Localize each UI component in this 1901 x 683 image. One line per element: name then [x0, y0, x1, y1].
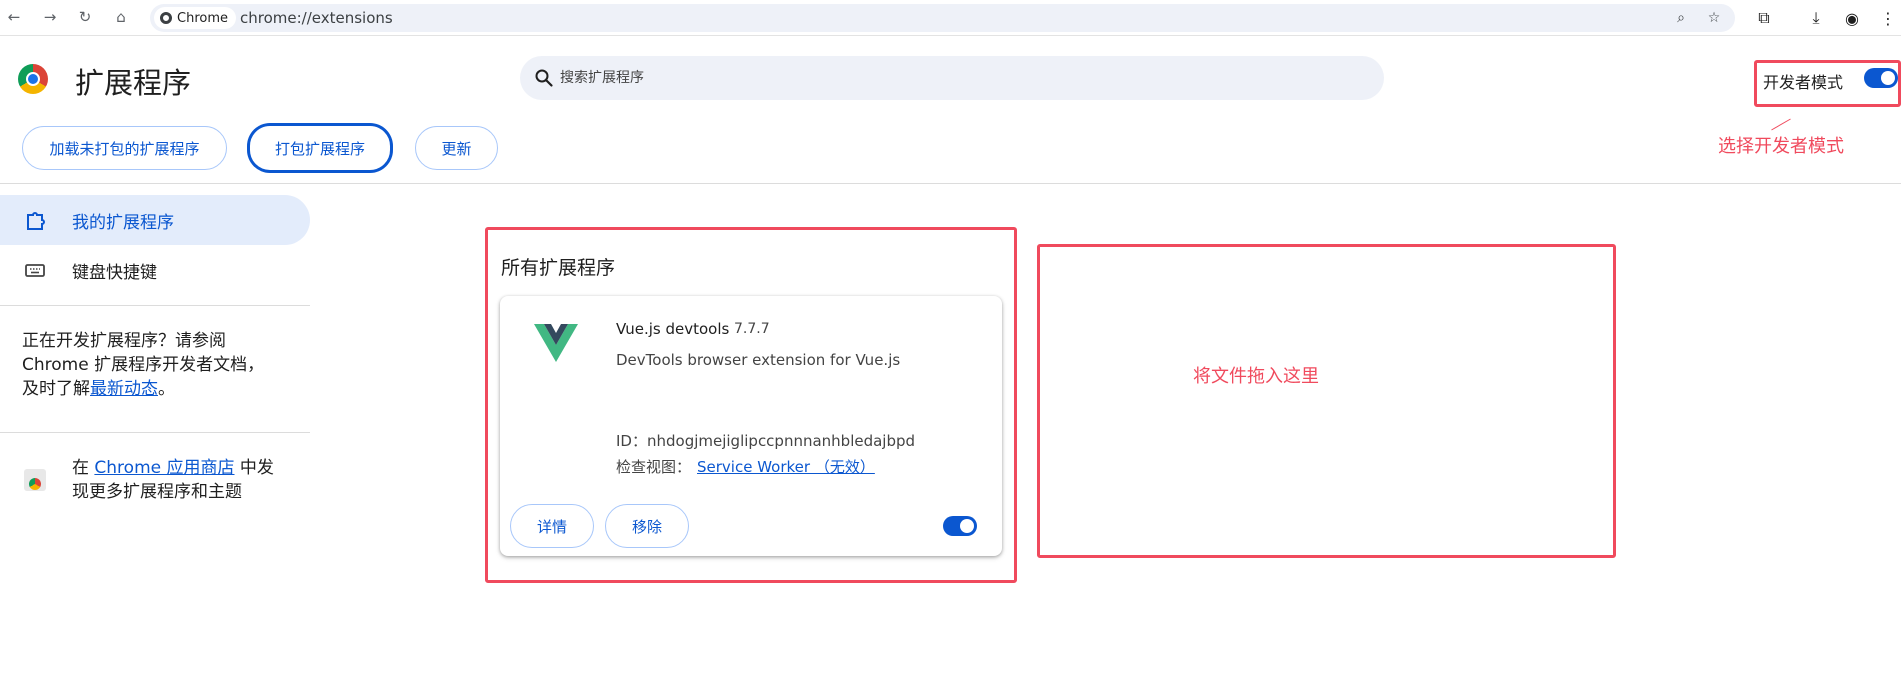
back-arrow-icon[interactable]: ← [4, 7, 24, 27]
chrome-icon [160, 12, 172, 24]
address-bar[interactable]: Chrome chrome://extensions ⌕ ☆ [150, 4, 1735, 32]
search-input[interactable] [560, 66, 1260, 90]
update-button[interactable]: 更新 [415, 126, 498, 170]
section-title: 所有扩展程序 [501, 257, 616, 279]
webstore-icon [24, 469, 46, 491]
home-icon[interactable]: ⌂ [111, 7, 131, 27]
service-worker-link[interactable]: Service Worker （无效） [697, 458, 875, 476]
highlight-dev-mode-box [1754, 60, 1901, 107]
drop-zone-box[interactable] [1037, 244, 1616, 558]
bookmark-star-icon[interactable]: ☆ [1705, 9, 1723, 27]
pack-extension-button[interactable]: 打包扩展程序 [248, 124, 392, 172]
reload-icon[interactable]: ↻ [75, 7, 95, 27]
extension-id: ID：nhdogjmejiglipccpnnnanhbledajbpd [616, 432, 916, 450]
menu-kebab-icon[interactable]: ⋮ [1878, 8, 1898, 28]
sidebar-item-label: 键盘快捷键 [72, 262, 157, 283]
zoom-icon[interactable]: ⌕ [1672, 9, 1690, 27]
inspect-views: 检查视图： Service Worker （无效） [616, 458, 875, 476]
drop-note: 将文件拖入这里 [1193, 366, 1319, 387]
extension-icon [27, 212, 45, 230]
sidebar-divider [0, 305, 310, 306]
search-box[interactable] [520, 56, 1384, 100]
details-button[interactable]: 详情 [510, 504, 594, 548]
extension-version: 7.7.7 [734, 321, 770, 337]
site-chip[interactable]: Chrome [154, 7, 236, 29]
keyboard-icon [25, 264, 45, 277]
load-unpacked-button[interactable]: 加载未打包的扩展程序 [22, 126, 227, 170]
latest-news-link[interactable]: 最新动态 [90, 379, 158, 399]
extensions-puzzle-icon[interactable]: ⧉ [1754, 8, 1774, 28]
page-title: 扩展程序 [75, 66, 192, 100]
webstore-text: 在 Chrome 应用商店 中发 现更多扩展程序和主题 [72, 458, 274, 502]
browser-toolbar: ← → ↻ ⌂ Chrome chrome://extensions ⌕ ☆ ⧉… [0, 0, 1901, 36]
remove-button[interactable]: 移除 [605, 504, 689, 548]
profile-icon[interactable]: ◉ [1842, 8, 1862, 28]
extension-card: Vue.js devtools 7.7.7 DevTools browser e… [500, 296, 1002, 556]
dev-mode-note: 选择开发者模式 [1718, 136, 1844, 157]
chrome-logo-icon [18, 64, 48, 94]
dev-docs-text: 正在开发扩展程序？请参阅 Chrome 扩展程序开发者文档， 及时了解最新动态。 [22, 331, 265, 399]
url-text[interactable]: chrome://extensions [240, 9, 393, 27]
webstore-link[interactable]: Chrome 应用商店 [94, 458, 234, 478]
sidebar-divider [0, 432, 310, 433]
download-icon[interactable]: ⤓ [1806, 8, 1826, 28]
extension-enable-toggle[interactable] [943, 516, 977, 536]
extension-description: DevTools browser extension for Vue.js [616, 351, 901, 369]
extension-name: Vue.js devtools [616, 320, 730, 338]
site-chip-label: Chrome [177, 10, 228, 26]
sidebar-item-my-extensions[interactable]: 我的扩展程序 [0, 195, 310, 245]
forward-arrow-icon[interactable]: → [40, 7, 60, 27]
sidebar-item-keyboard-shortcuts[interactable]: 键盘快捷键 [0, 245, 310, 295]
search-icon [535, 69, 553, 87]
sidebar-item-label: 我的扩展程序 [72, 212, 174, 233]
vue-logo-icon [534, 324, 578, 362]
